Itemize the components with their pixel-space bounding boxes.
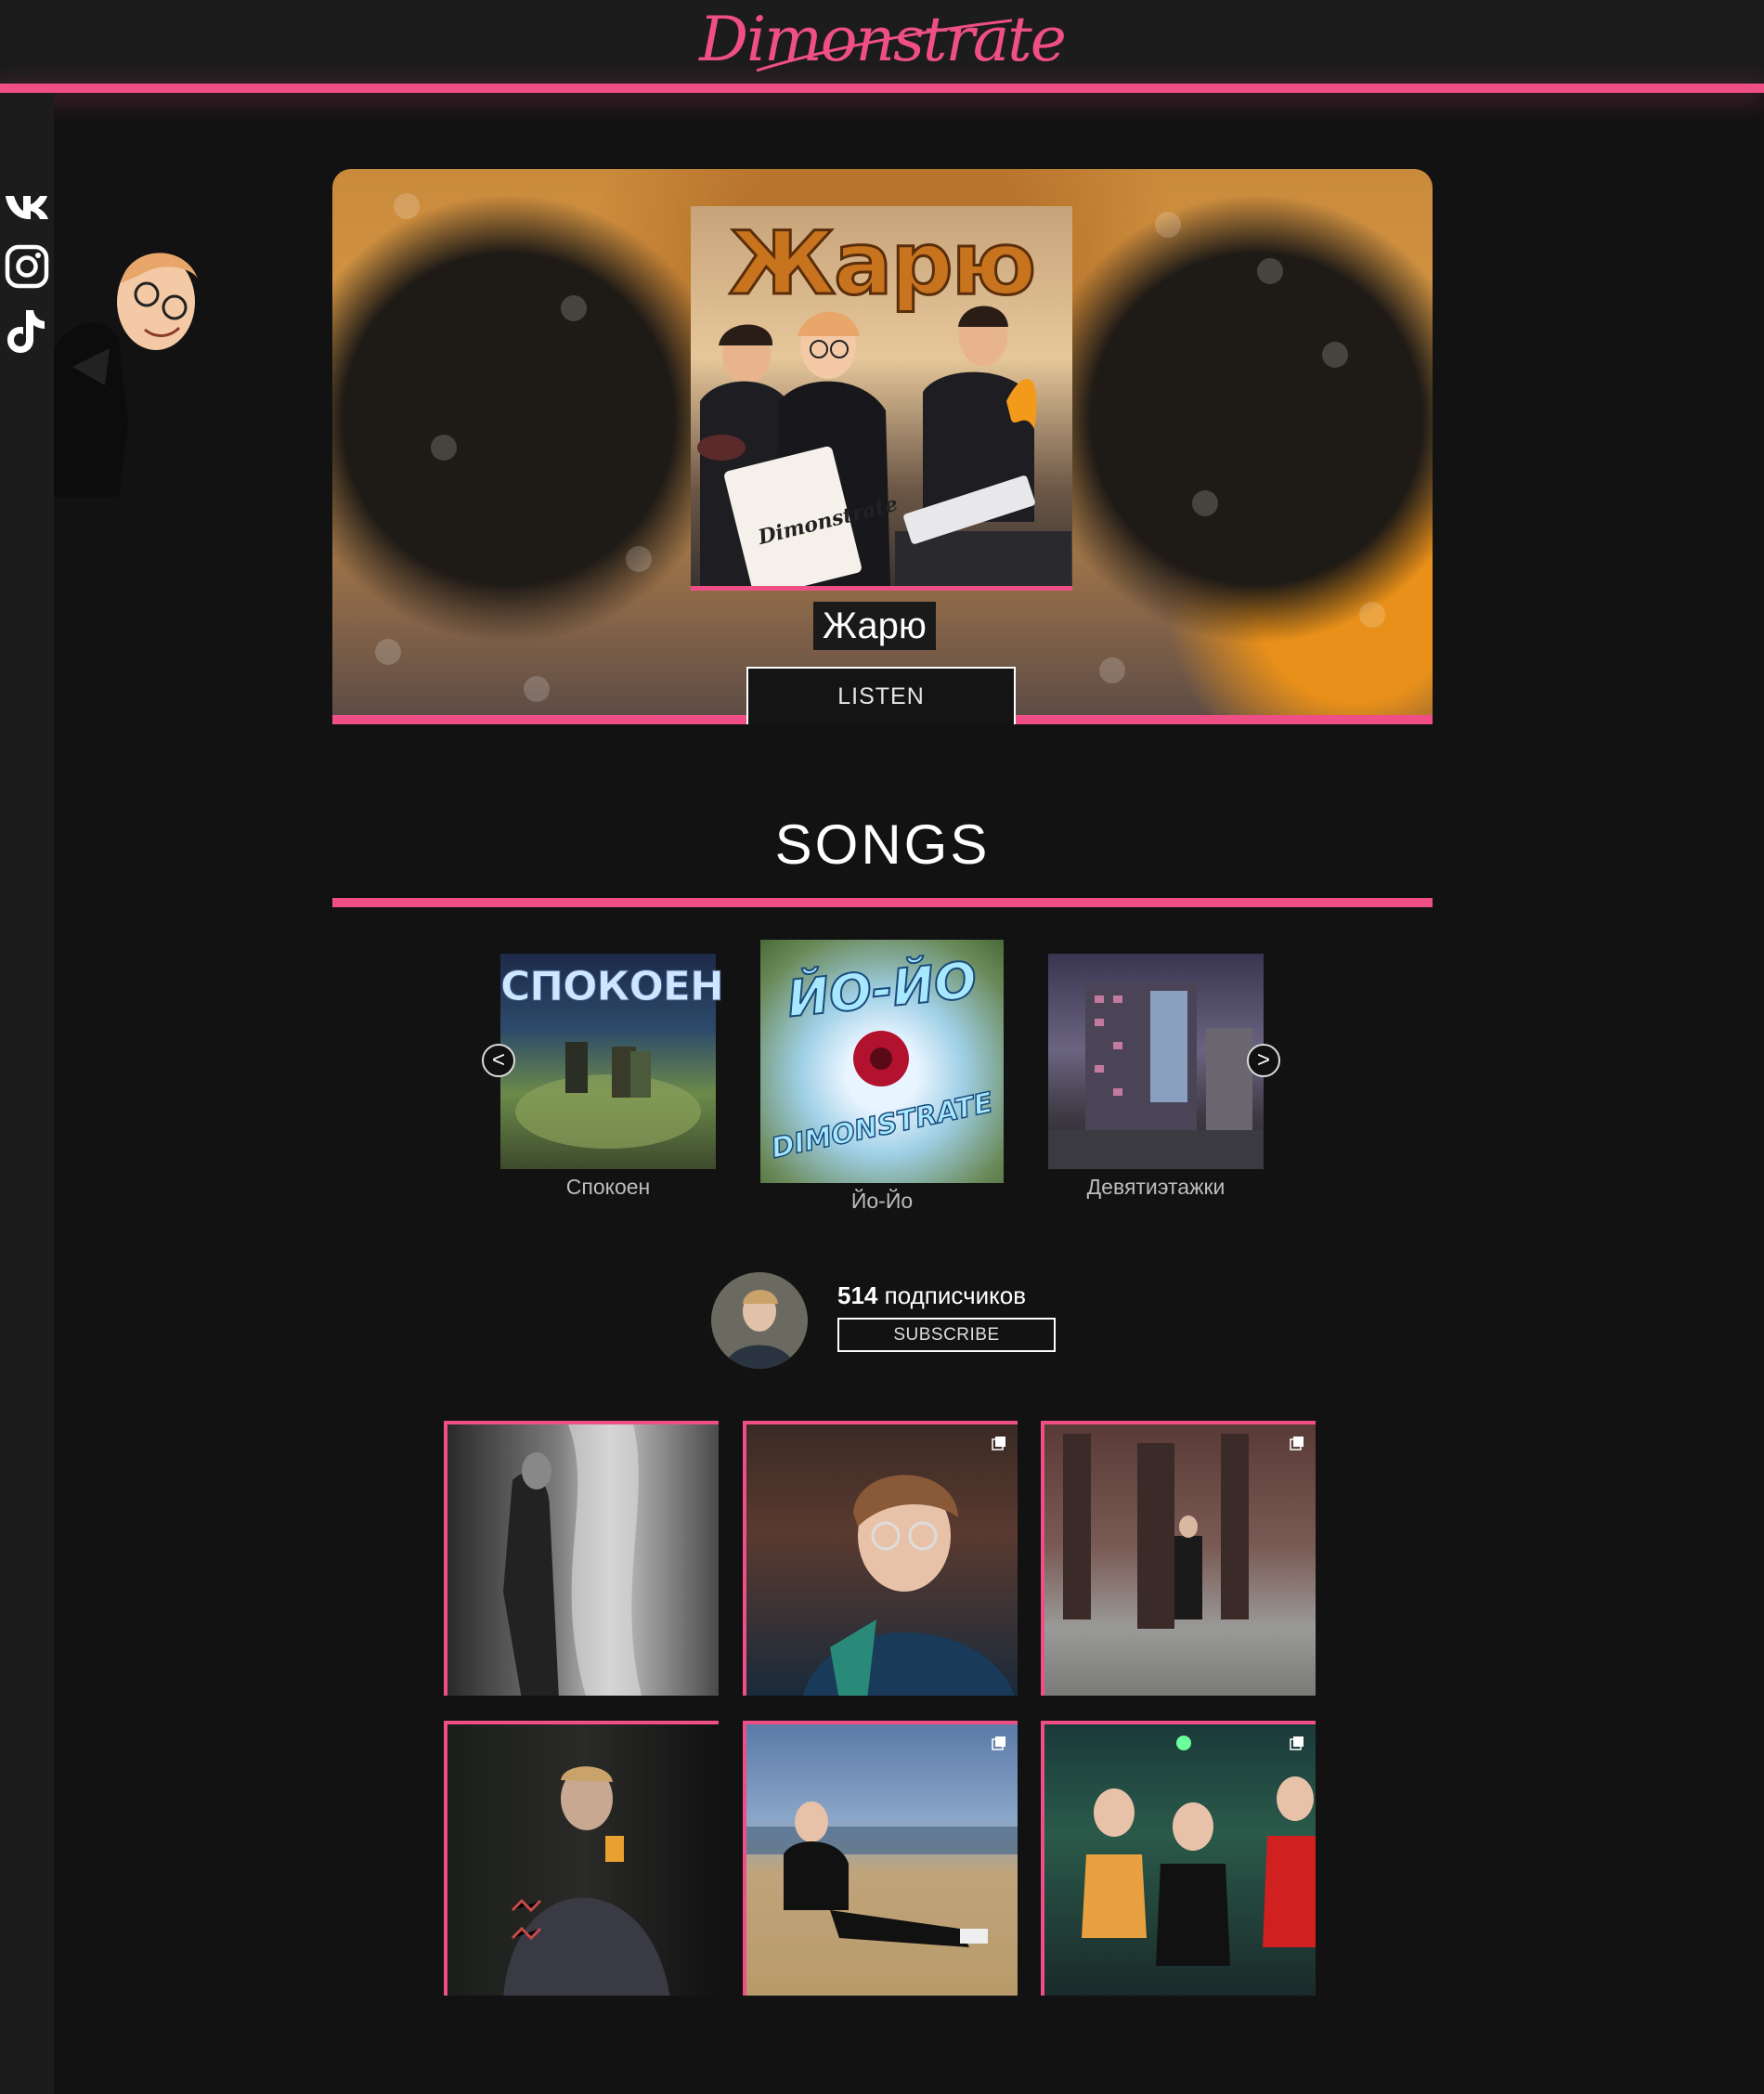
- header-divider: [0, 84, 1764, 93]
- carousel-next-button[interactable]: >: [1247, 1044, 1280, 1077]
- song-card-spokoen[interactable]: СПОКОЕН Спокоен: [500, 954, 724, 1204]
- songs-divider: [332, 898, 1433, 907]
- featured-track-cover[interactable]: Жарю Dimonstrate: [691, 206, 1072, 591]
- logo-swash: [756, 19, 1013, 72]
- hero-underline-left: [332, 715, 746, 724]
- cover-illustration: Dimonstrate: [697, 306, 1071, 586]
- mascot-illustration: [54, 253, 198, 497]
- subscribe-button[interactable]: SUBSCRIBE: [837, 1318, 1056, 1352]
- song-cover: ЙО-ЙО DIMONSTRATE: [760, 940, 1004, 1183]
- channel-avatar[interactable]: [711, 1272, 808, 1369]
- gallery-post-2[interactable]: [743, 1421, 1018, 1696]
- gallery-post-6[interactable]: [1041, 1721, 1316, 1996]
- song-card-devyatietazhki[interactable]: Девятиэтажки: [1048, 954, 1264, 1204]
- multi-photo-icon: [1290, 1437, 1304, 1450]
- gallery-post-3[interactable]: [1041, 1421, 1316, 1696]
- song-cover: СПОКОЕН: [500, 954, 724, 1169]
- song-title: Спокоен: [565, 1175, 651, 1199]
- gallery-post-5[interactable]: [743, 1721, 1018, 1996]
- vk-icon[interactable]: [2, 181, 52, 231]
- song-card-yo-yo[interactable]: ЙО-ЙО DIMONSTRATE Йо-Йо: [760, 940, 1004, 1218]
- songs-heading: SONGS: [774, 813, 991, 876]
- subscriber-number: 514: [837, 1281, 878, 1309]
- svg-text:DIMONSTRATE: DIMONSTRATE: [769, 1086, 996, 1165]
- subscriber-suffix: подписчиков: [877, 1281, 1027, 1309]
- song-title: Девятиэтажки: [1086, 1175, 1226, 1199]
- gallery-post-4[interactable]: [444, 1721, 719, 1996]
- featured-track-title: Жарю: [813, 602, 936, 650]
- instagram-icon[interactable]: [2, 241, 52, 292]
- multi-photo-icon: [1290, 1736, 1304, 1750]
- sidebar: [0, 93, 54, 2094]
- song-cover: [1048, 954, 1264, 1169]
- multi-photo-icon: [992, 1437, 1005, 1450]
- multi-photo-icon: [992, 1736, 1005, 1750]
- song-title: Йо-Йо: [850, 1189, 914, 1213]
- carousel-prev-button[interactable]: <: [482, 1044, 515, 1077]
- subscriber-count: 514 подписчиков: [837, 1281, 1026, 1310]
- site-header: Dimonstrate: [0, 0, 1764, 84]
- tiktok-icon[interactable]: [2, 306, 52, 357]
- gallery-post-1[interactable]: [444, 1421, 719, 1696]
- hero-underline-right: [1016, 715, 1433, 724]
- listen-button[interactable]: LISTEN: [746, 667, 1016, 724]
